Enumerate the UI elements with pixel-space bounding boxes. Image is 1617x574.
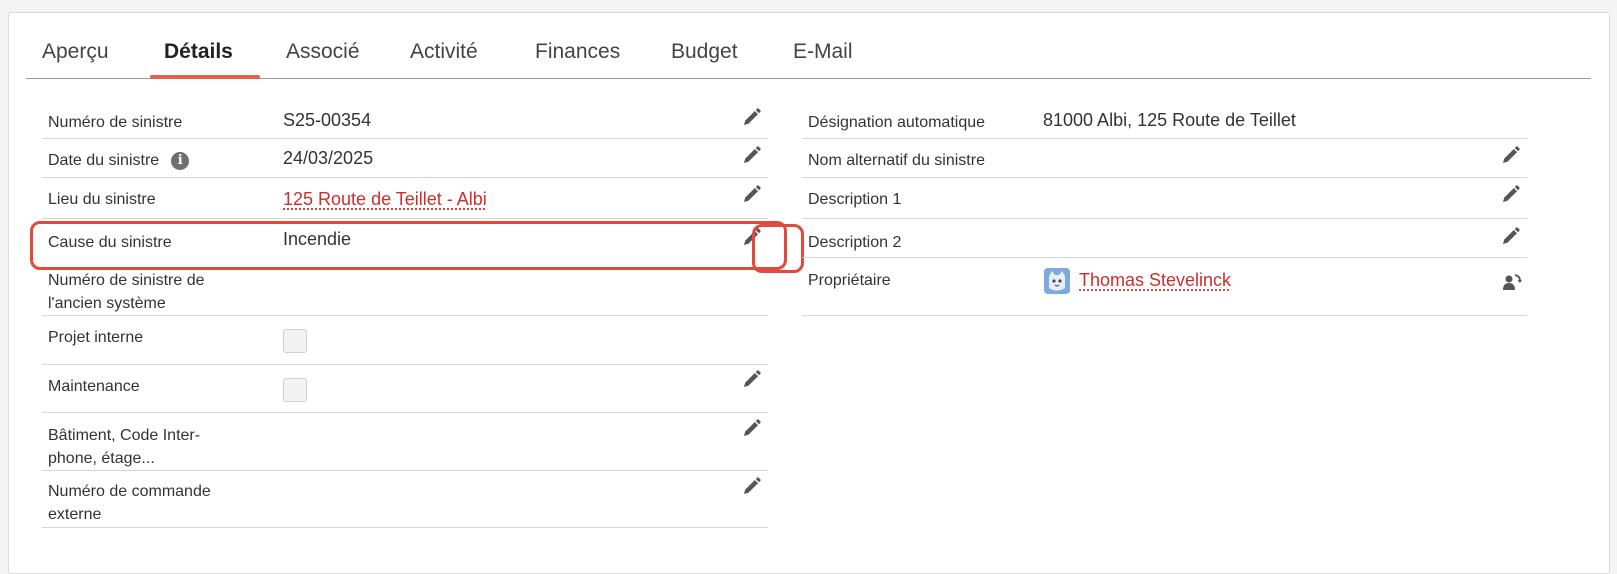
user-reassign-icon[interactable] <box>1502 272 1522 292</box>
field-row-date-sinistre: Date du sinistre i 24/03/2025 <box>42 139 768 178</box>
pencil-icon[interactable] <box>1500 185 1520 205</box>
pencil-icon[interactable] <box>741 477 761 497</box>
field-row-maintenance: Maintenance <box>42 365 768 413</box>
pencil-icon[interactable] <box>741 185 761 205</box>
field-label: Numéro de sinistre de l'ancien système <box>48 269 205 315</box>
user-avatar <box>1044 268 1070 294</box>
field-row-lieu-sinistre: Lieu du sinistre 125 Route de Teillet - … <box>42 178 768 219</box>
field-label: Désignation automatique <box>808 111 985 134</box>
field-label-line1: Numéro de sinistre de <box>48 272 205 289</box>
tab-finances[interactable]: Finances <box>535 40 620 64</box>
tab-activite[interactable]: Activité <box>410 40 478 64</box>
field-label: Projet interne <box>48 326 143 349</box>
field-label-line2: l'ancien système <box>48 295 166 312</box>
maintenance-checkbox[interactable] <box>283 378 307 402</box>
pencil-icon[interactable] <box>741 146 761 166</box>
field-value: 24/03/2025 <box>283 148 373 169</box>
field-row-description1: Description 1 <box>802 178 1527 219</box>
field-label-line1: Numéro de commande <box>48 483 211 500</box>
tab-bar: Aperçu Détails Associé Activité Finances… <box>26 12 1591 79</box>
field-label-line2: externe <box>48 506 101 523</box>
tab-apercu[interactable]: Aperçu <box>42 40 109 64</box>
field-value: 81000 Albi, 125 Route de Teillet <box>1043 110 1296 131</box>
field-row-batiment: Bâtiment, Code Inter-phone, étage... <box>42 413 768 471</box>
pencil-icon[interactable] <box>741 108 761 128</box>
field-label-line2: phone, étage... <box>48 450 155 467</box>
active-tab-indicator <box>150 75 260 79</box>
field-row-numero-sinistre: Numéro de sinistre S25-00354 <box>42 101 768 139</box>
field-row-description2: Description 2 <box>802 219 1527 258</box>
pencil-icon[interactable] <box>1500 146 1520 166</box>
field-label: Bâtiment, Code Inter-phone, étage... <box>48 424 200 470</box>
field-label: Description 1 <box>808 188 901 211</box>
pencil-icon[interactable] <box>741 419 761 439</box>
field-row-nom-alternatif: Nom alternatif du sinistre <box>802 139 1527 178</box>
tab-associe[interactable]: Associé <box>286 40 360 64</box>
field-label: Numéro de sinistre <box>48 111 182 134</box>
info-icon[interactable]: i <box>171 152 189 170</box>
tab-email[interactable]: E-Mail <box>793 40 853 64</box>
pencil-icon[interactable] <box>1500 227 1520 247</box>
field-row-projet-interne: Projet interne <box>42 316 768 365</box>
pencil-icon[interactable] <box>741 370 761 390</box>
field-label-text: Date du sinistre <box>48 152 159 169</box>
field-label: Numéro de commande externe <box>48 480 211 526</box>
field-label-line1: Bâtiment, Code Inter- <box>48 427 200 444</box>
field-label: Propriétaire <box>808 269 891 292</box>
tab-budget[interactable]: Budget <box>671 40 738 64</box>
field-label: Nom alternatif du sinistre <box>808 149 985 172</box>
projet-interne-checkbox[interactable] <box>283 329 307 353</box>
tab-details[interactable]: Détails <box>164 40 233 64</box>
field-label: Maintenance <box>48 375 140 398</box>
field-label: Lieu du sinistre <box>48 188 156 211</box>
field-label: Date du sinistre i <box>48 149 189 172</box>
location-link[interactable]: 125 Route de Teillet - Albi <box>283 189 487 210</box>
owner-link[interactable]: Thomas Stevelinck <box>1079 270 1231 291</box>
field-row-designation: Désignation automatique 81000 Albi, 125 … <box>802 101 1527 139</box>
field-value: S25-00354 <box>283 110 371 131</box>
field-row-commande-externe: Numéro de commande externe <box>42 471 768 528</box>
field-row-ancien-numero: Numéro de sinistre de l'ancien système <box>42 262 768 316</box>
field-row-proprietaire: Propriétaire Thomas Stevelinck <box>802 258 1527 316</box>
field-label: Description 2 <box>808 231 901 254</box>
